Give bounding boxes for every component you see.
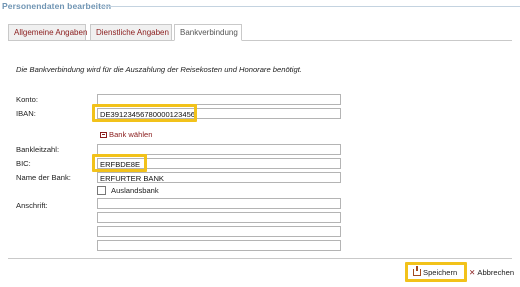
anschrift-line-2[interactable]	[97, 212, 341, 223]
tab-allgemeine-angaben[interactable]: Allgemeine Angaben	[8, 24, 87, 41]
tab-bankverbindung[interactable]: Bankverbindung	[174, 24, 242, 41]
iban-input[interactable]: DE39123456780000123456	[97, 108, 341, 119]
iban-label: IBAN:	[16, 109, 36, 118]
bank-select-icon	[100, 132, 107, 138]
footer-divider	[8, 258, 512, 259]
konto-label: Konto:	[16, 95, 38, 104]
anschrift-line-4[interactable]	[97, 240, 341, 251]
intro-text: Die Bankverbindung wird für die Auszahlu…	[16, 65, 302, 74]
auslandsbank-checkbox[interactable]	[97, 186, 106, 195]
tab-dienstliche-angaben[interactable]: Dienstliche Angaben	[90, 24, 172, 41]
bank-waehlen-label: Bank wählen	[109, 130, 153, 139]
window-title: Personendaten bearbeiten	[2, 1, 112, 11]
save-label: Speichern	[423, 268, 458, 277]
tab-divider	[8, 40, 512, 41]
save-button[interactable]: Speichern	[408, 266, 465, 280]
auslandsbank-label: Auslandsbank	[111, 186, 159, 195]
anschrift-line-3[interactable]	[97, 226, 341, 237]
bank-waehlen-link[interactable]: Bank wählen	[100, 130, 152, 139]
window-titlebar: Personendaten bearbeiten	[0, 0, 520, 14]
bic-label: BIC:	[16, 159, 31, 168]
bankleitzahl-input[interactable]	[97, 144, 341, 155]
konto-input[interactable]	[97, 94, 341, 105]
cancel-button[interactable]: ✕ Abbrechen	[469, 266, 514, 280]
bankname-input[interactable]: ERFURTER BANK	[97, 172, 341, 183]
cancel-label: Abbrechen	[477, 268, 515, 277]
bic-input[interactable]: ERFBDE8E	[97, 158, 341, 169]
save-icon	[413, 266, 421, 276]
title-divider	[100, 6, 520, 7]
close-icon: ✕	[469, 268, 476, 277]
bankname-label: Name der Bank:	[16, 173, 71, 182]
bankleitzahl-label: Bankleitzahl:	[16, 145, 60, 154]
anschrift-label: Anschrift:	[16, 201, 48, 210]
anschrift-line-1[interactable]	[97, 198, 341, 209]
